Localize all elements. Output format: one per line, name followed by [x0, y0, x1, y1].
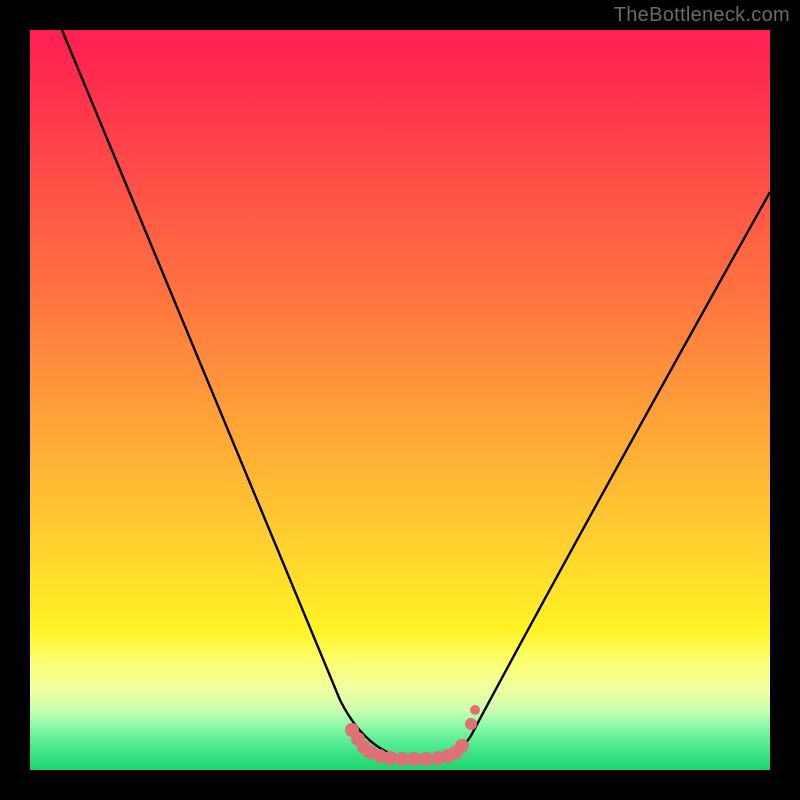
plot-area	[30, 30, 770, 770]
chart-frame: TheBottleneck.com	[0, 0, 800, 800]
right-curve	[422, 192, 770, 760]
curve-overlay	[30, 30, 770, 770]
watermark-text: TheBottleneck.com	[614, 4, 790, 27]
left-curve	[62, 30, 422, 760]
